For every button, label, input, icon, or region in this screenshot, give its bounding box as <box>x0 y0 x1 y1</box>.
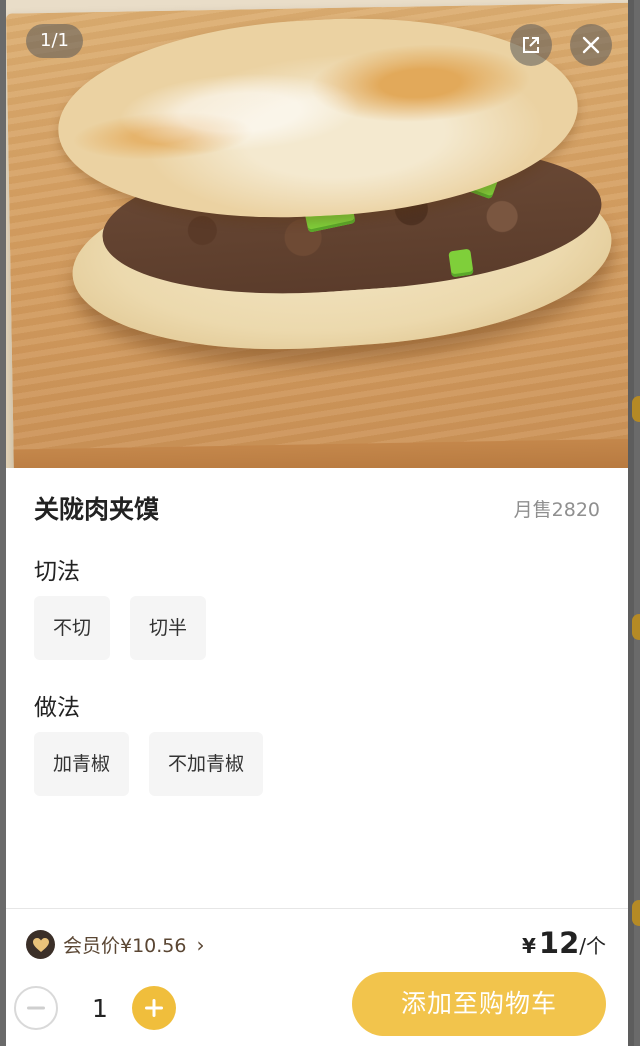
option-group-style: 加青椒 不加青椒 <box>34 732 264 796</box>
price-unit: /个 <box>579 934 606 958</box>
close-icon <box>582 36 600 54</box>
share-button[interactable] <box>510 24 552 66</box>
member-price: 会员价¥10.56 <box>63 935 187 957</box>
close-button[interactable] <box>570 24 612 66</box>
footer-divider <box>6 908 628 909</box>
chevron-right-icon: › <box>196 932 205 957</box>
image-page-indicator: 1/1 <box>26 24 83 58</box>
option-no-cut[interactable]: 不切 <box>34 596 111 660</box>
add-to-cart-button[interactable]: 添加至购物车 <box>352 972 606 1036</box>
product-price: ¥ 12 /个 <box>522 926 606 960</box>
option-heading-style: 做法 <box>34 695 80 721</box>
product-name: 关陇肉夹馍 <box>34 495 160 524</box>
plus-icon <box>145 999 163 1017</box>
title-row: 关陇肉夹馍 月售2820 <box>34 490 600 526</box>
backdrop-dot <box>632 900 640 926</box>
green-pepper <box>448 248 474 278</box>
minus-icon <box>27 1006 45 1010</box>
monthly-sales: 月售2820 <box>513 498 600 521</box>
increase-quantity-button[interactable] <box>132 986 176 1030</box>
backdrop-dot <box>632 396 640 422</box>
option-no-pepper[interactable]: 不加青椒 <box>149 732 264 796</box>
price-amount: 12 <box>538 926 580 960</box>
quantity-stepper: 1 <box>14 986 176 1030</box>
option-group-cut: 不切 切半 <box>34 596 207 660</box>
external-share-icon <box>523 37 539 53</box>
option-with-pepper[interactable]: 加青椒 <box>34 732 130 796</box>
member-price-link[interactable]: 会员价¥10.56 › <box>26 930 204 959</box>
product-image: 1/1 <box>6 0 628 468</box>
product-detail-sheet: 1/1 关陇肉夹馍 月售2820 切法 不切 切半 做法 加青椒 不加青椒 会员… <box>6 0 628 1046</box>
option-cut-half[interactable]: 切半 <box>130 596 207 660</box>
backdrop-dot <box>632 614 640 640</box>
option-heading-cut: 切法 <box>34 559 80 585</box>
heart-member-icon <box>26 930 55 959</box>
quantity-value: 1 <box>92 993 108 1023</box>
backdrop-right-edge <box>632 0 640 1046</box>
price-currency: ¥ <box>521 934 536 958</box>
decrease-quantity-button[interactable] <box>14 986 58 1030</box>
